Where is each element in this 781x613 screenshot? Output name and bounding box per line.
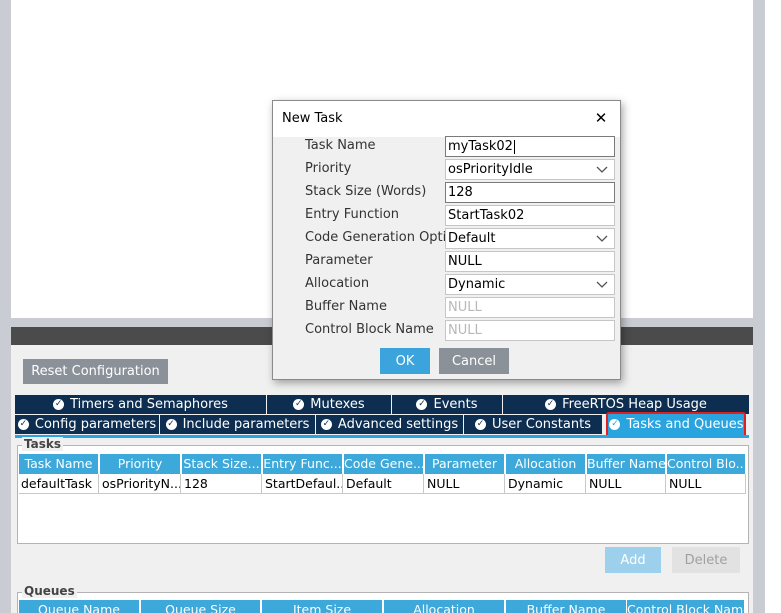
cancel-button[interactable]: Cancel [439, 348, 509, 374]
check-icon: ✓ [475, 419, 486, 430]
stack-size-value: 128 [448, 185, 473, 200]
buffer-name-input[interactable]: NULL [445, 297, 615, 318]
tasks-column-header[interactable]: Control Blo... [667, 454, 746, 474]
tab-label: Events [433, 397, 478, 412]
parameter-value: NULL [448, 254, 482, 269]
task-name-input[interactable]: myTask02 [445, 136, 615, 157]
tasks-group-title: Tasks [22, 437, 64, 451]
dialog-title: New Task [282, 111, 343, 126]
table-cell: NULL [425, 474, 505, 494]
tasks-column-header[interactable]: Stack Size... [182, 454, 262, 474]
app-window: Reset Configuration ✓ Timers and Semaphor… [0, 0, 781, 613]
check-icon: ✓ [293, 399, 305, 410]
tab-timers-and-semaphores[interactable]: ✓ Timers and Semaphores [15, 395, 266, 414]
stack-size-input[interactable]: 128 [445, 182, 615, 203]
allocation-value: Dynamic [448, 277, 506, 292]
task-name-label: Task Name [305, 138, 376, 153]
right-edge [765, 0, 781, 613]
tasks-column-header[interactable]: Allocation [506, 454, 586, 474]
table-cell: Dynamic [506, 474, 586, 494]
tab-label: Mutexes [310, 397, 365, 412]
tab-label: Advanced settings [337, 417, 459, 432]
tasks-column-header[interactable]: Task Name [19, 454, 99, 474]
allocation-label: Allocation [305, 276, 370, 291]
task-name-value: myTask02 [448, 139, 513, 154]
entry-function-label: Entry Function [305, 207, 400, 222]
tab-label: Config parameters [34, 417, 157, 432]
reset-configuration-button[interactable]: Reset Configuration [23, 359, 168, 384]
tab-label: Include parameters [182, 417, 310, 432]
queues-column-header[interactable]: Control Block Name [627, 600, 745, 613]
queues-column-header[interactable]: Buffer Name [506, 600, 627, 613]
queues-column-header[interactable]: Queue Name [19, 600, 140, 613]
check-icon: ✓ [320, 419, 332, 430]
text-cursor [513, 139, 515, 154]
control-block-name-input[interactable]: NULL [445, 320, 615, 341]
check-icon: ✓ [416, 399, 428, 410]
priority-value: osPriorityIdle [448, 162, 533, 177]
table-cell: NULL [667, 474, 746, 494]
tab-underline [15, 435, 749, 438]
chevron-down-icon [596, 166, 608, 173]
new-task-dialog: New Task ✕ Task Name myTask02 Priority o… [272, 100, 621, 380]
queues-column-header[interactable]: Allocation [384, 600, 505, 613]
tasks-column-header[interactable]: Entry Func... [263, 454, 343, 474]
check-icon: ✓ [53, 399, 65, 410]
priority-label: Priority [305, 161, 352, 176]
tab-user-constants[interactable]: ✓ User Constants [464, 415, 602, 434]
tasks-column-header[interactable]: Priority [100, 454, 181, 474]
tab-mutexes[interactable]: ✓ Mutexes [267, 395, 391, 414]
chevron-down-icon [596, 235, 608, 242]
table-cell: 128 [182, 474, 262, 494]
table-cell: defaultTask [19, 474, 99, 494]
tab-config-parameters[interactable]: ✓ Config parameters [15, 415, 159, 434]
close-icon[interactable]: ✕ [591, 108, 611, 128]
left-frame-border [0, 0, 11, 613]
table-cell: Default [344, 474, 424, 494]
queues-column-header[interactable]: Queue Size [141, 600, 261, 613]
tab-label: User Constants [492, 417, 591, 432]
check-icon: ✓ [165, 419, 177, 430]
check-icon: ✓ [17, 419, 29, 430]
tab-include-parameters[interactable]: ✓ Include parameters [160, 415, 315, 434]
control-block-name-label: Control Block Name [305, 322, 434, 337]
code-generation-select[interactable]: Default [445, 228, 615, 249]
stack-size-label: Stack Size (Words) [305, 184, 427, 199]
check-icon: ✓ [545, 399, 557, 410]
allocation-select[interactable]: Dynamic [445, 274, 615, 295]
tab-label: FreeRTOS Heap Usage [562, 397, 707, 412]
table-cell: NULL [587, 474, 666, 494]
priority-select[interactable]: osPriorityIdle [445, 159, 615, 180]
tab-label: Timers and Semaphores [70, 397, 228, 412]
tab-advanced-settings[interactable]: ✓ Advanced settings [316, 415, 463, 434]
buffer-name-label: Buffer Name [305, 299, 387, 314]
code-generation-label: Code Generation Option [305, 230, 463, 245]
parameter-input[interactable]: NULL [445, 251, 615, 272]
right-frame-border [753, 0, 765, 613]
table-cell: osPriorityN... [100, 474, 181, 494]
queues-column-header[interactable]: Item Size [262, 600, 383, 613]
tasks-column-header[interactable]: Code Gene... [344, 454, 424, 474]
tasks-column-header[interactable]: Buffer Name [587, 454, 666, 474]
add-task-button[interactable]: Add [605, 547, 661, 573]
table-cell: StartDefaul... [263, 474, 343, 494]
ok-button[interactable]: OK [380, 348, 430, 374]
code-generation-value: Default [448, 231, 496, 246]
parameter-label: Parameter [305, 253, 373, 268]
control-block-name-value: NULL [448, 323, 482, 338]
buffer-name-value: NULL [448, 300, 482, 315]
delete-task-button[interactable]: Delete [672, 547, 740, 573]
tab-events[interactable]: ✓ Events [392, 395, 502, 414]
tasks-column-header[interactable]: Parameter [425, 454, 505, 474]
chevron-down-icon [596, 281, 608, 288]
entry-function-value: StartTask02 [448, 208, 525, 223]
entry-function-input[interactable]: StartTask02 [445, 205, 615, 226]
queues-group-title: Queues [22, 584, 77, 598]
